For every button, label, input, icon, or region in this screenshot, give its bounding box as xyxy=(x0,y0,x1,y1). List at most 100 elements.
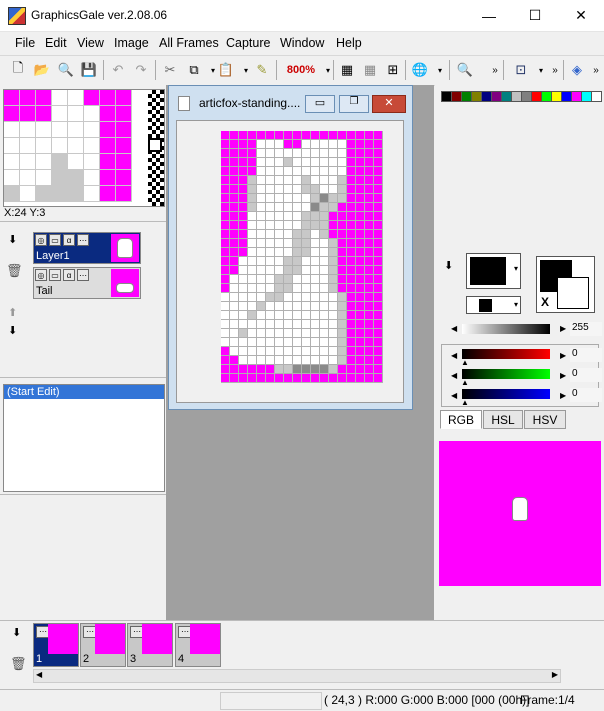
color-pair[interactable]: X xyxy=(536,256,595,313)
frame-1[interactable]: ⋯ 1 xyxy=(33,623,79,667)
green-thumb-icon[interactable]: ▲ xyxy=(461,378,469,387)
swap-colors-label[interactable]: X xyxy=(541,295,549,309)
layer-lock-icon[interactable]: ▭ xyxy=(49,234,61,246)
frame-3[interactable]: ⋯ 3 xyxy=(127,623,173,667)
zoom-level[interactable]: 800% xyxy=(283,60,319,80)
scroll-right-icon[interactable]: ▶ xyxy=(552,670,558,679)
pixel-canvas[interactable] xyxy=(221,131,383,383)
fill-tool-icon[interactable]: ◈ xyxy=(567,60,587,80)
open-folder-icon[interactable]: 📂 xyxy=(32,60,52,80)
navigator-viewport-marker[interactable] xyxy=(148,138,162,152)
canvas-pixel xyxy=(257,230,266,239)
canvas-pixel xyxy=(302,320,311,329)
trash-icon[interactable]: 🗑 xyxy=(6,263,23,279)
canvas-pixel xyxy=(338,266,347,275)
tab-hsl[interactable]: HSL xyxy=(483,410,523,429)
frame-2[interactable]: ⋯ 2 xyxy=(80,623,126,667)
secondary-color[interactable] xyxy=(557,277,589,309)
scroll-left-icon[interactable]: ◀ xyxy=(36,670,42,679)
close-button[interactable]: ✕ xyxy=(558,0,604,31)
layer-menu-icon[interactable]: ⋯ xyxy=(77,269,89,281)
frame-trash-icon[interactable]: 🗑 xyxy=(10,656,27,672)
frame-tool-icon[interactable]: ⊡ xyxy=(511,60,531,80)
history-item[interactable]: (Start Edit) xyxy=(4,385,164,399)
blue-thumb-icon[interactable]: ▲ xyxy=(461,398,469,407)
doc-restore-button[interactable]: ❐ xyxy=(339,95,369,113)
red-slider[interactable] xyxy=(462,349,550,359)
paste-icon[interactable]: 📋 xyxy=(216,60,236,80)
pen-color-box[interactable]: ▾ xyxy=(466,253,521,289)
layer-download-icon[interactable]: ⬇ xyxy=(8,233,17,246)
gray-value[interactable]: 255 xyxy=(570,322,602,336)
minimize-button[interactable]: — xyxy=(466,0,512,31)
search-icon[interactable]: 🔍 xyxy=(455,60,475,80)
blue-slider[interactable] xyxy=(462,389,550,399)
chevron-down-icon[interactable]: ▾ xyxy=(514,264,518,273)
globe-dropdown-icon[interactable]: ▾ xyxy=(430,60,450,80)
new-file-icon[interactable]: 🗋 xyxy=(8,60,28,80)
menu-help[interactable]: Help xyxy=(336,36,362,50)
layer-down-icon[interactable]: ⬇ xyxy=(8,324,17,337)
zoom-lens-icon[interactable]: 🔍 xyxy=(56,60,76,80)
doc-minimize-button[interactable]: ▭ xyxy=(305,95,335,113)
gray-right-arrow-icon[interactable]: ▶ xyxy=(560,324,566,333)
frame-download-icon[interactable]: ⬇ xyxy=(12,626,21,639)
layer-lock-icon[interactable]: ▭ xyxy=(49,269,61,281)
green-slider[interactable] xyxy=(462,369,550,379)
crop-grid-icon[interactable]: ⊞ xyxy=(383,60,403,80)
menu-capture[interactable]: Capture xyxy=(226,36,270,50)
copy-icon[interactable]: ⧉ xyxy=(184,60,204,80)
save-icon[interactable]: 💾 xyxy=(79,60,99,80)
globe-icon[interactable]: 🌐 xyxy=(410,60,430,80)
frame-scrollbar[interactable]: ◀ ▶ xyxy=(33,669,561,683)
color-download-icon[interactable]: ⬇ xyxy=(444,259,453,272)
frame-4[interactable]: ⋯ 4 xyxy=(175,623,221,667)
canvas-pixel xyxy=(257,212,266,221)
overflow-chevron-icon-2[interactable]: » xyxy=(545,60,565,80)
blue-value[interactable]: 0 xyxy=(570,388,602,402)
zoom-dropdown-icon[interactable]: ▾ xyxy=(318,60,338,80)
chevron-down-icon[interactable]: ▾ xyxy=(514,300,518,309)
doc-close-button[interactable]: ✕ xyxy=(372,95,406,113)
layer-alpha-icon[interactable]: α xyxy=(63,234,75,246)
layer-up-icon[interactable]: ⬆ xyxy=(8,306,17,319)
menu-edit[interactable]: Edit xyxy=(45,36,67,50)
navigator-preview[interactable] xyxy=(3,89,165,207)
menu-all-frames[interactable]: All Frames xyxy=(159,36,219,50)
green-value[interactable]: 0 xyxy=(570,368,602,382)
maximize-button[interactable]: ☐ xyxy=(512,0,558,31)
tab-rgb[interactable]: RGB xyxy=(440,410,482,429)
cut-icon[interactable]: ✂ xyxy=(160,60,180,80)
undo-icon[interactable]: ↶ xyxy=(108,60,128,80)
clean-icon[interactable]: ✎ xyxy=(252,60,272,80)
palette-swatch[interactable] xyxy=(591,91,602,102)
green-right-arrow-icon[interactable]: ▶ xyxy=(560,371,566,380)
menu-file[interactable]: File xyxy=(15,36,35,50)
red-thumb-icon[interactable]: ▲ xyxy=(461,358,469,367)
blue-right-arrow-icon[interactable]: ▶ xyxy=(560,391,566,400)
green-left-arrow-icon[interactable]: ◀ xyxy=(451,371,457,380)
menu-window[interactable]: Window xyxy=(280,36,324,50)
layer-row-tail[interactable]: ◎ ▭ α ⋯ Tail xyxy=(33,267,141,299)
gray-slider[interactable] xyxy=(462,324,550,334)
pixel-grid-icon[interactable]: ▦ xyxy=(360,60,380,80)
overflow-chevron-icon-3[interactable]: » xyxy=(586,60,604,80)
layer-menu-icon[interactable]: ⋯ xyxy=(77,234,89,246)
blue-left-arrow-icon[interactable]: ◀ xyxy=(451,391,457,400)
pen-size-select[interactable]: ▾ xyxy=(466,296,521,314)
overflow-chevron-icon[interactable]: » xyxy=(485,60,505,80)
gray-left-arrow-icon[interactable]: ◀ xyxy=(451,324,457,333)
layer-row-layer1[interactable]: ◎ ▭ α ⋯ Layer1 xyxy=(33,232,141,264)
menu-image[interactable]: Image xyxy=(114,36,149,50)
layer-visibility-icon[interactable]: ◎ xyxy=(35,234,47,246)
red-right-arrow-icon[interactable]: ▶ xyxy=(560,351,566,360)
red-left-arrow-icon[interactable]: ◀ xyxy=(451,351,457,360)
layer-alpha-icon[interactable]: α xyxy=(63,269,75,281)
layer-visibility-icon[interactable]: ◎ xyxy=(35,269,47,281)
tab-hsv[interactable]: HSV xyxy=(524,410,566,429)
redo-icon[interactable]: ↷ xyxy=(131,60,151,80)
red-value[interactable]: 0 xyxy=(570,348,602,362)
grid-icon[interactable]: ▦ xyxy=(337,60,357,80)
canvas-pixel xyxy=(302,311,311,320)
menu-view[interactable]: View xyxy=(77,36,104,50)
